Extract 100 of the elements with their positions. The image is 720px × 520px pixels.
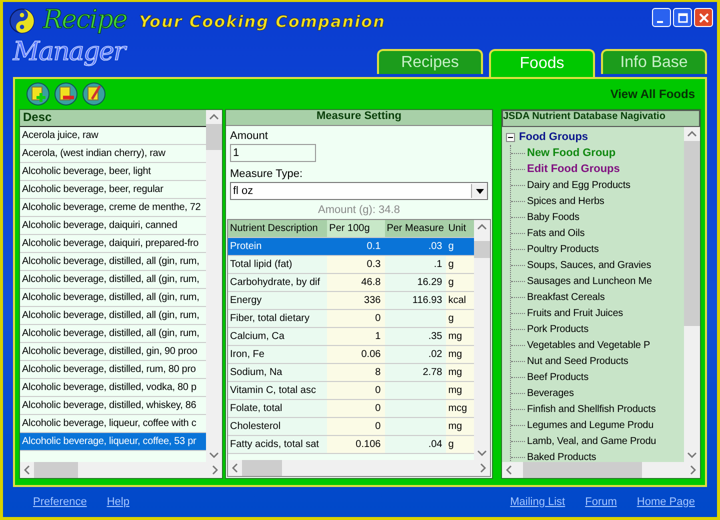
view-all-foods-link[interactable]: View All Foods [610, 87, 695, 101]
column-header[interactable]: Nutrient Description [228, 220, 328, 237]
column-header[interactable]: Unit [446, 220, 474, 237]
horizontal-scrollbar[interactable] [228, 460, 490, 476]
scroll-left-icon[interactable] [24, 465, 30, 475]
footer-link[interactable]: Forum [585, 496, 617, 508]
food-list-item[interactable]: Alcoholic beverage, liqueur, coffee, 53 pr [20, 433, 206, 451]
delete-button[interactable] [53, 81, 79, 107]
table-row[interactable]: Fiber, total dietary 0 g [228, 310, 474, 328]
vertical-scrollbar[interactable] [474, 220, 490, 460]
tree-item[interactable]: Nut and Seed Products [527, 356, 628, 366]
scrollbar-thumb[interactable] [242, 460, 282, 476]
close-button[interactable] [694, 8, 713, 27]
table-row[interactable]: Energy 336 116.93 kcal [228, 292, 474, 310]
food-list-item[interactable]: Alcoholic beverage, daiquiri, canned [20, 217, 206, 235]
food-list-item[interactable]: Alcoholic beverage, distilled, all (gin, rum, [20, 253, 206, 271]
horizontal-scrollbar[interactable] [502, 462, 700, 478]
table-row[interactable]: Carbohydrate, by dif 46.8 16.29 g [228, 274, 474, 292]
vertical-scrollbar[interactable] [206, 110, 222, 462]
food-list-item[interactable]: Alcoholic beverage, daiquiri, prepared-fro [20, 235, 206, 253]
maximize-button[interactable] [673, 8, 692, 27]
tree-item[interactable]: Sausages and Luncheon Me [527, 276, 652, 286]
scroll-up-icon[interactable] [687, 131, 697, 137]
table-row[interactable]: Sodium, Na 8 2.78 mg [228, 364, 474, 382]
tree-item[interactable]: Pork Products [527, 324, 589, 334]
scroll-left-icon[interactable] [506, 465, 512, 475]
tree-item[interactable]: Edit Food Groups [527, 163, 620, 175]
footer-link[interactable]: Preference [33, 496, 87, 508]
scrollbar-thumb[interactable] [206, 124, 222, 150]
tree-item[interactable]: Dairy and Egg Products [527, 180, 630, 190]
table-cell: Calcium, Ca [228, 328, 328, 345]
food-list-item[interactable]: Alcoholic beverage, distilled, all (gin, rum, [20, 289, 206, 307]
scroll-up-icon[interactable] [477, 224, 487, 230]
food-list-item[interactable]: Alcoholic beverage, distilled, all (gin, rum, [20, 271, 206, 289]
tree-item[interactable]: Baked Products [527, 452, 596, 462]
scroll-up-icon[interactable] [209, 114, 219, 120]
table-row[interactable]: Iron, Fe 0.06 .02 mg [228, 346, 474, 364]
food-list-item[interactable]: Alcoholic beverage, beer, light [20, 163, 206, 181]
food-list-item[interactable]: Alcoholic beverage, creme de menthe, 72 [20, 199, 206, 217]
food-list-item[interactable]: Alcoholic beverage, beer, regular [20, 181, 206, 199]
scrollbar-thumb[interactable] [684, 140, 700, 326]
table-row[interactable]: Folate, total 0 mcg [228, 400, 474, 418]
column-header[interactable]: Per Measure [384, 220, 446, 237]
horizontal-scrollbar[interactable] [20, 462, 222, 478]
table-row[interactable]: Total lipid (fat) 0.3 .1 g [228, 256, 474, 274]
table-row[interactable]: Fatty acids, total sat 0.106 .04 g [228, 436, 474, 454]
table-row[interactable]: Calcium, Ca 1 .35 mg [228, 328, 474, 346]
column-header[interactable]: Per 100g [327, 220, 385, 237]
tree-item[interactable]: Beverages [527, 388, 574, 398]
table-cell: 8 [327, 364, 385, 381]
tree-item[interactable]: Beef Products [527, 372, 589, 382]
food-list-item[interactable]: Alcoholic beverage, distilled, all (gin, rum, [20, 307, 206, 325]
measure-type-label: Measure Type: [230, 168, 304, 180]
food-list-item[interactable]: Acerola juice, raw [20, 127, 206, 145]
table-cell: g [446, 238, 474, 255]
scroll-down-icon[interactable] [687, 452, 697, 458]
column-header[interactable]: Desc [20, 110, 206, 127]
scroll-right-icon[interactable] [690, 465, 696, 475]
footer-link[interactable]: Help [106, 496, 130, 508]
tree-item[interactable]: Baby Foods [527, 212, 580, 222]
scroll-left-icon[interactable] [232, 463, 238, 473]
tree-item[interactable]: Fruits and Fruit Juices [527, 308, 624, 318]
scroll-right-icon[interactable] [212, 465, 218, 475]
table-row[interactable]: Cholesterol 0 mg [228, 418, 474, 436]
tree-item[interactable]: Soups, Sauces, and Gravies [527, 260, 652, 270]
edit-button[interactable] [81, 81, 107, 107]
food-list-item[interactable]: Alcoholic beverage, distilled, rum, 80 pro [20, 361, 206, 379]
table-row[interactable]: Vitamin C, total asc 0 mg [228, 382, 474, 400]
tree-item[interactable]: Lamb, Veal, and Game Produ [527, 436, 656, 446]
table-cell: 46.8 [327, 274, 385, 291]
tree-item[interactable]: Vegetables and Vegetable P [527, 340, 650, 350]
scrollbar-thumb[interactable] [522, 462, 642, 478]
scroll-down-icon[interactable] [209, 452, 219, 458]
food-list-item[interactable]: Alcoholic beverage, distilled, all (gin, rum, [20, 325, 206, 343]
tree-item[interactable]: Breakfast Cereals [527, 292, 605, 302]
tree-item[interactable]: Finfish and Shellfish Products [527, 404, 656, 414]
tree-item[interactable]: Spices and Herbs [527, 196, 604, 206]
add-button[interactable] [25, 81, 51, 107]
food-list-item[interactable]: Acerola, (west indian cherry), raw [20, 145, 206, 163]
minimize-button[interactable] [652, 8, 671, 27]
amount-grams-text: Amount (g): 34.8 [317, 204, 401, 216]
amount-input[interactable]: 1 [230, 144, 316, 162]
tree-item[interactable]: Legumes and Legume Produ [527, 420, 654, 430]
tree-item[interactable]: Fats and Oils [527, 228, 585, 238]
scrollbar-thumb[interactable] [474, 240, 490, 258]
food-list-item[interactable]: Alcoholic beverage, distilled, vodka, 80 p [20, 379, 206, 397]
measure-type-dropdown[interactable]: fl oz [230, 182, 488, 200]
food-list-item[interactable]: Alcoholic beverage, distilled, gin, 90 proo [20, 343, 206, 361]
tree-item[interactable]: Poultry Products [527, 244, 599, 254]
vertical-scrollbar[interactable] [684, 127, 700, 462]
scroll-right-icon[interactable] [480, 463, 486, 473]
food-list-item[interactable]: Alcoholic beverage, distilled, whiskey, 86 [20, 397, 206, 415]
table-row[interactable]: Protein 0.1 .03 g [228, 238, 474, 256]
footer-link[interactable]: Home Page [636, 496, 695, 508]
scroll-down-icon[interactable] [477, 450, 487, 456]
tree-item[interactable]: Food Groups [519, 131, 588, 143]
footer-link[interactable]: Mailing List [510, 496, 566, 508]
scrollbar-thumb[interactable] [34, 462, 78, 478]
table-cell: 1 [327, 328, 385, 345]
collapse-icon[interactable] [506, 132, 515, 142]
